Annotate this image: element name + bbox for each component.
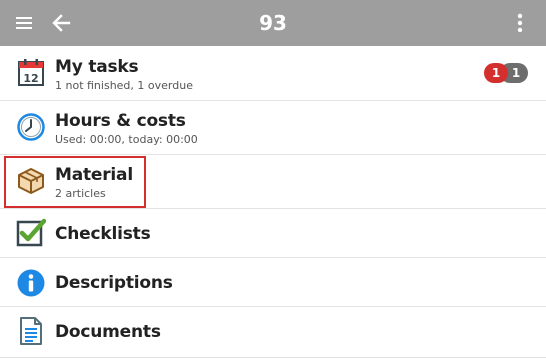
list-item-material[interactable]: Material 2 articles xyxy=(0,155,546,209)
item-subtitle: 1 not finished, 1 overdue xyxy=(55,79,193,92)
list-item-documents[interactable]: Documents xyxy=(0,307,546,358)
item-label: Checklists xyxy=(55,224,151,244)
item-label: Descriptions xyxy=(55,273,173,293)
item-subtitle: Used: 00:00, today: 00:00 xyxy=(55,133,198,146)
app-bar: 93 xyxy=(0,0,546,46)
checkbox-icon xyxy=(16,218,47,248)
item-label: Material xyxy=(55,165,133,185)
more-vert-icon[interactable] xyxy=(510,0,530,46)
list-item-checklists[interactable]: Checklists xyxy=(0,209,546,258)
item-subtitle: 2 articles xyxy=(55,187,106,200)
item-label: My tasks xyxy=(55,57,139,77)
clock-icon xyxy=(16,112,46,142)
list-item-descriptions[interactable]: Descriptions xyxy=(0,258,546,307)
box-icon xyxy=(16,165,46,195)
page-title: 93 xyxy=(259,11,287,35)
svg-text:12: 12 xyxy=(23,72,38,85)
item-label: Hours & costs xyxy=(55,111,186,131)
info-icon xyxy=(16,268,46,298)
list-item-hours-costs[interactable]: Hours & costs Used: 00:00, today: 00:00 xyxy=(0,101,546,155)
item-label: Documents xyxy=(55,322,161,342)
overdue-count-badge: 1 xyxy=(484,63,508,83)
document-icon xyxy=(16,316,46,346)
calendar-icon: 12 xyxy=(16,58,46,88)
list-item-my-tasks[interactable]: 12 My tasks 1 not finished, 1 overdue xyxy=(0,46,546,101)
